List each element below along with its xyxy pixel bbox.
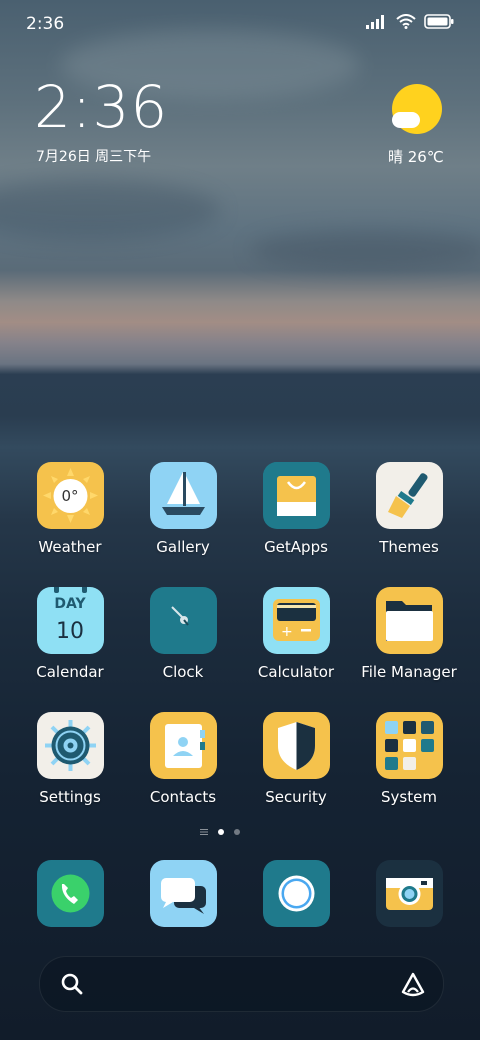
menu-lines-icon — [200, 829, 208, 835]
clock-icon — [149, 587, 217, 654]
sailboat-icon — [149, 462, 217, 529]
app-label: System — [381, 788, 437, 806]
paintbrush-icon — [375, 462, 443, 529]
calendar-day-label: DAY — [54, 596, 86, 612]
app-contacts[interactable]: Contacts — [128, 712, 238, 806]
weather-widget-text: 晴 26℃ — [388, 148, 444, 166]
app-gallery[interactable]: Gallery — [128, 462, 238, 556]
calendar-icon: DAY 10 — [36, 587, 104, 654]
calendar-ring — [53, 587, 59, 593]
app-label: Themes — [379, 538, 439, 556]
contacts-icon — [149, 712, 217, 779]
app-label: Settings — [39, 788, 101, 806]
app-label: Weather — [38, 538, 102, 556]
app-label: Calendar — [36, 663, 104, 681]
page-indicator[interactable] — [200, 828, 240, 836]
sky-cloud — [250, 230, 480, 270]
system-folder-icon — [375, 712, 443, 779]
search-icon — [61, 973, 83, 995]
calculator-icon: + — [262, 587, 330, 654]
wifi-icon — [396, 14, 416, 29]
signal-icon — [366, 14, 384, 29]
camera-icon — [375, 860, 443, 927]
app-label: Calculator — [257, 663, 335, 681]
calendar-day-number: 10 — [56, 619, 84, 644]
app-settings[interactable]: Settings — [15, 712, 125, 806]
dock-camera[interactable] — [354, 860, 464, 927]
assistant-icon[interactable] — [399, 970, 427, 998]
dock-browser[interactable] — [241, 860, 351, 927]
shopping-bag-icon — [262, 462, 330, 529]
app-security[interactable]: Security — [241, 712, 351, 806]
app-clock[interactable]: Clock — [128, 587, 238, 681]
phone-icon — [36, 860, 104, 927]
weather-app-icon-temp: 0° — [61, 487, 79, 505]
battery-icon — [424, 14, 454, 29]
app-file-manager[interactable]: File Manager — [354, 587, 464, 681]
app-label: Gallery — [156, 538, 210, 556]
page-dot-active[interactable] — [218, 829, 224, 835]
folder-icon — [375, 587, 443, 654]
app-label: Clock — [162, 663, 204, 681]
app-label: File Manager — [361, 663, 457, 681]
clock-widget-date: 7月26日 周三下午 — [36, 149, 152, 165]
clock-widget-time[interactable]: 2:36 — [34, 78, 168, 136]
app-weather[interactable]: 0° Weather — [15, 462, 125, 556]
cloud-icon — [392, 112, 420, 128]
app-label: GetApps — [264, 538, 328, 556]
app-calculator[interactable]: + Calculator — [241, 587, 351, 681]
sky-cloud — [0, 180, 220, 240]
svg-text:+: + — [281, 624, 293, 640]
app-system[interactable]: System — [354, 712, 464, 806]
shield-icon — [262, 712, 330, 779]
dock-phone[interactable] — [15, 860, 125, 927]
app-themes[interactable]: Themes — [354, 462, 464, 556]
status-time: 2:36 — [26, 14, 65, 34]
app-calendar[interactable]: DAY 10 Calendar — [15, 587, 125, 681]
browser-icon — [262, 860, 330, 927]
messages-icon — [149, 860, 217, 927]
page-dot[interactable] — [234, 829, 240, 835]
weather-app-icon: 0° — [36, 462, 104, 529]
dock-messages[interactable] — [128, 860, 238, 927]
app-label: Security — [265, 788, 327, 806]
gear-icon — [36, 712, 104, 779]
search-bar[interactable] — [39, 956, 444, 1012]
app-label: Contacts — [149, 788, 217, 806]
calendar-ring — [81, 587, 87, 593]
app-getapps[interactable]: GetApps — [241, 462, 351, 556]
status-icons — [366, 14, 454, 29]
